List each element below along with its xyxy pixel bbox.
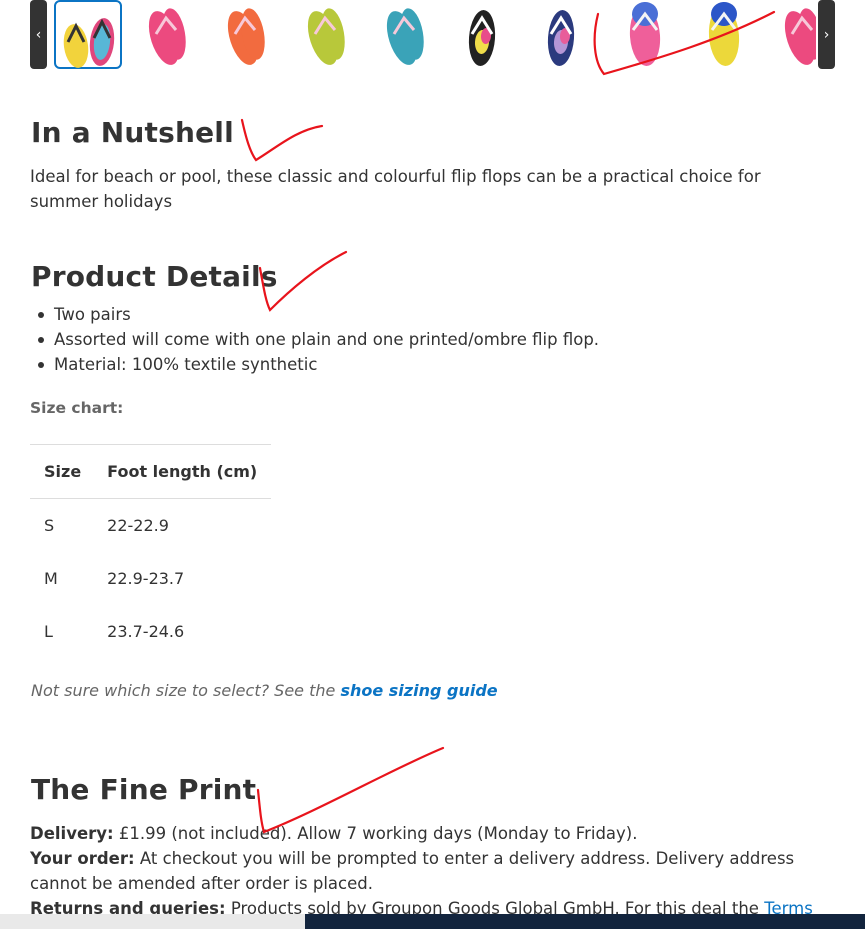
order-line: Your order: At checkout you will be prom…	[30, 846, 830, 896]
column-header-size: Size	[30, 444, 96, 499]
order-label: Your order:	[30, 849, 135, 868]
table-cell: S	[44, 515, 55, 535]
carousel-prev-button[interactable]: ‹	[30, 0, 47, 69]
nutshell-heading: In a Nutshell	[31, 116, 234, 149]
table-row: S 22-22.9	[30, 499, 271, 552]
thumbnail-multipack-mixed[interactable]	[54, 0, 122, 69]
thumbnail-orange[interactable]	[213, 0, 281, 69]
product-details-list: Two pairs Assorted will come with one pl…	[30, 302, 599, 377]
size-chart-label: Size chart:	[30, 399, 124, 417]
table-cell: 22.9-23.7	[107, 568, 185, 588]
nutshell-text: Ideal for beach or pool, these classic a…	[30, 167, 761, 211]
delivery-line: Delivery: £1.99 (not included). Allow 7 …	[30, 821, 830, 846]
delivery-label: Delivery:	[30, 824, 114, 843]
fine-print-body: Delivery: £1.99 (not included). Allow 7 …	[30, 821, 830, 929]
size-chart-table: Size Foot length (cm) S 22-22.9 M 22.9-2…	[30, 444, 272, 658]
table-header-row: Size Foot length (cm)	[30, 444, 272, 499]
flip-flop-image	[386, 8, 424, 65]
flip-flop-image	[63, 18, 115, 68]
thumbnail-teal[interactable]	[372, 0, 440, 69]
delivery-text: £1.99 (not included). Allow 7 working da…	[113, 824, 638, 843]
thumbnail-striped-floral[interactable]	[452, 0, 520, 69]
annotation-checkmark	[256, 746, 445, 834]
flip-flop-image	[307, 8, 345, 65]
thumbnail-carousel: ‹ ›	[30, 0, 835, 69]
flip-flop-image	[148, 8, 186, 65]
flip-flop-image	[547, 10, 575, 66]
flip-flop-image	[629, 1, 660, 66]
shoe-sizing-guide-link[interactable]: shoe sizing guide	[340, 681, 497, 700]
chevron-right-icon: ›	[823, 26, 830, 43]
thumbnail-pink[interactable]	[134, 0, 202, 69]
flip-flop-image	[708, 1, 740, 66]
table-cell: 23.7-24.6	[107, 621, 185, 641]
list-item: Material: 100% textile synthetic	[30, 352, 599, 377]
list-item: Two pairs	[30, 302, 599, 327]
table-cell: L	[44, 621, 53, 641]
flip-flop-image	[784, 8, 816, 65]
thumbnail-navy-floral[interactable]	[531, 0, 599, 69]
taskbar-dark-area	[305, 914, 865, 929]
product-details-heading: Product Details	[31, 260, 278, 293]
order-text: At checkout you will be prompted to ente…	[30, 849, 795, 893]
flip-flop-image	[227, 8, 265, 65]
thumbnail-lime[interactable]	[293, 0, 361, 69]
table-row: M 22.9-23.7	[30, 552, 271, 605]
column-header-foot-length: Foot length (cm)	[95, 444, 272, 499]
table-cell: M	[44, 568, 58, 588]
thumbnail-strip	[54, 0, 816, 69]
chevron-left-icon: ‹	[35, 26, 42, 43]
thumbnail-pink-partial[interactable]	[770, 0, 816, 69]
table-row: L 23.7-24.6	[30, 605, 271, 658]
sizing-note: Not sure which size to select? See the s…	[31, 681, 498, 700]
table-cell: 22-22.9	[107, 515, 169, 535]
sizing-note-text: Not sure which size to select? See the	[31, 681, 341, 700]
list-item: Assorted will come with one plain and on…	[30, 327, 599, 352]
flip-flop-image	[468, 10, 495, 66]
fine-print-heading: The Fine Print	[31, 773, 257, 806]
carousel-next-button[interactable]: ›	[818, 0, 835, 69]
thumbnail-pink-ombre[interactable]	[611, 0, 679, 69]
thumbnail-yellow-ombre[interactable]	[690, 0, 758, 69]
os-taskbar	[0, 914, 865, 929]
annotation-checkmark	[240, 118, 324, 162]
